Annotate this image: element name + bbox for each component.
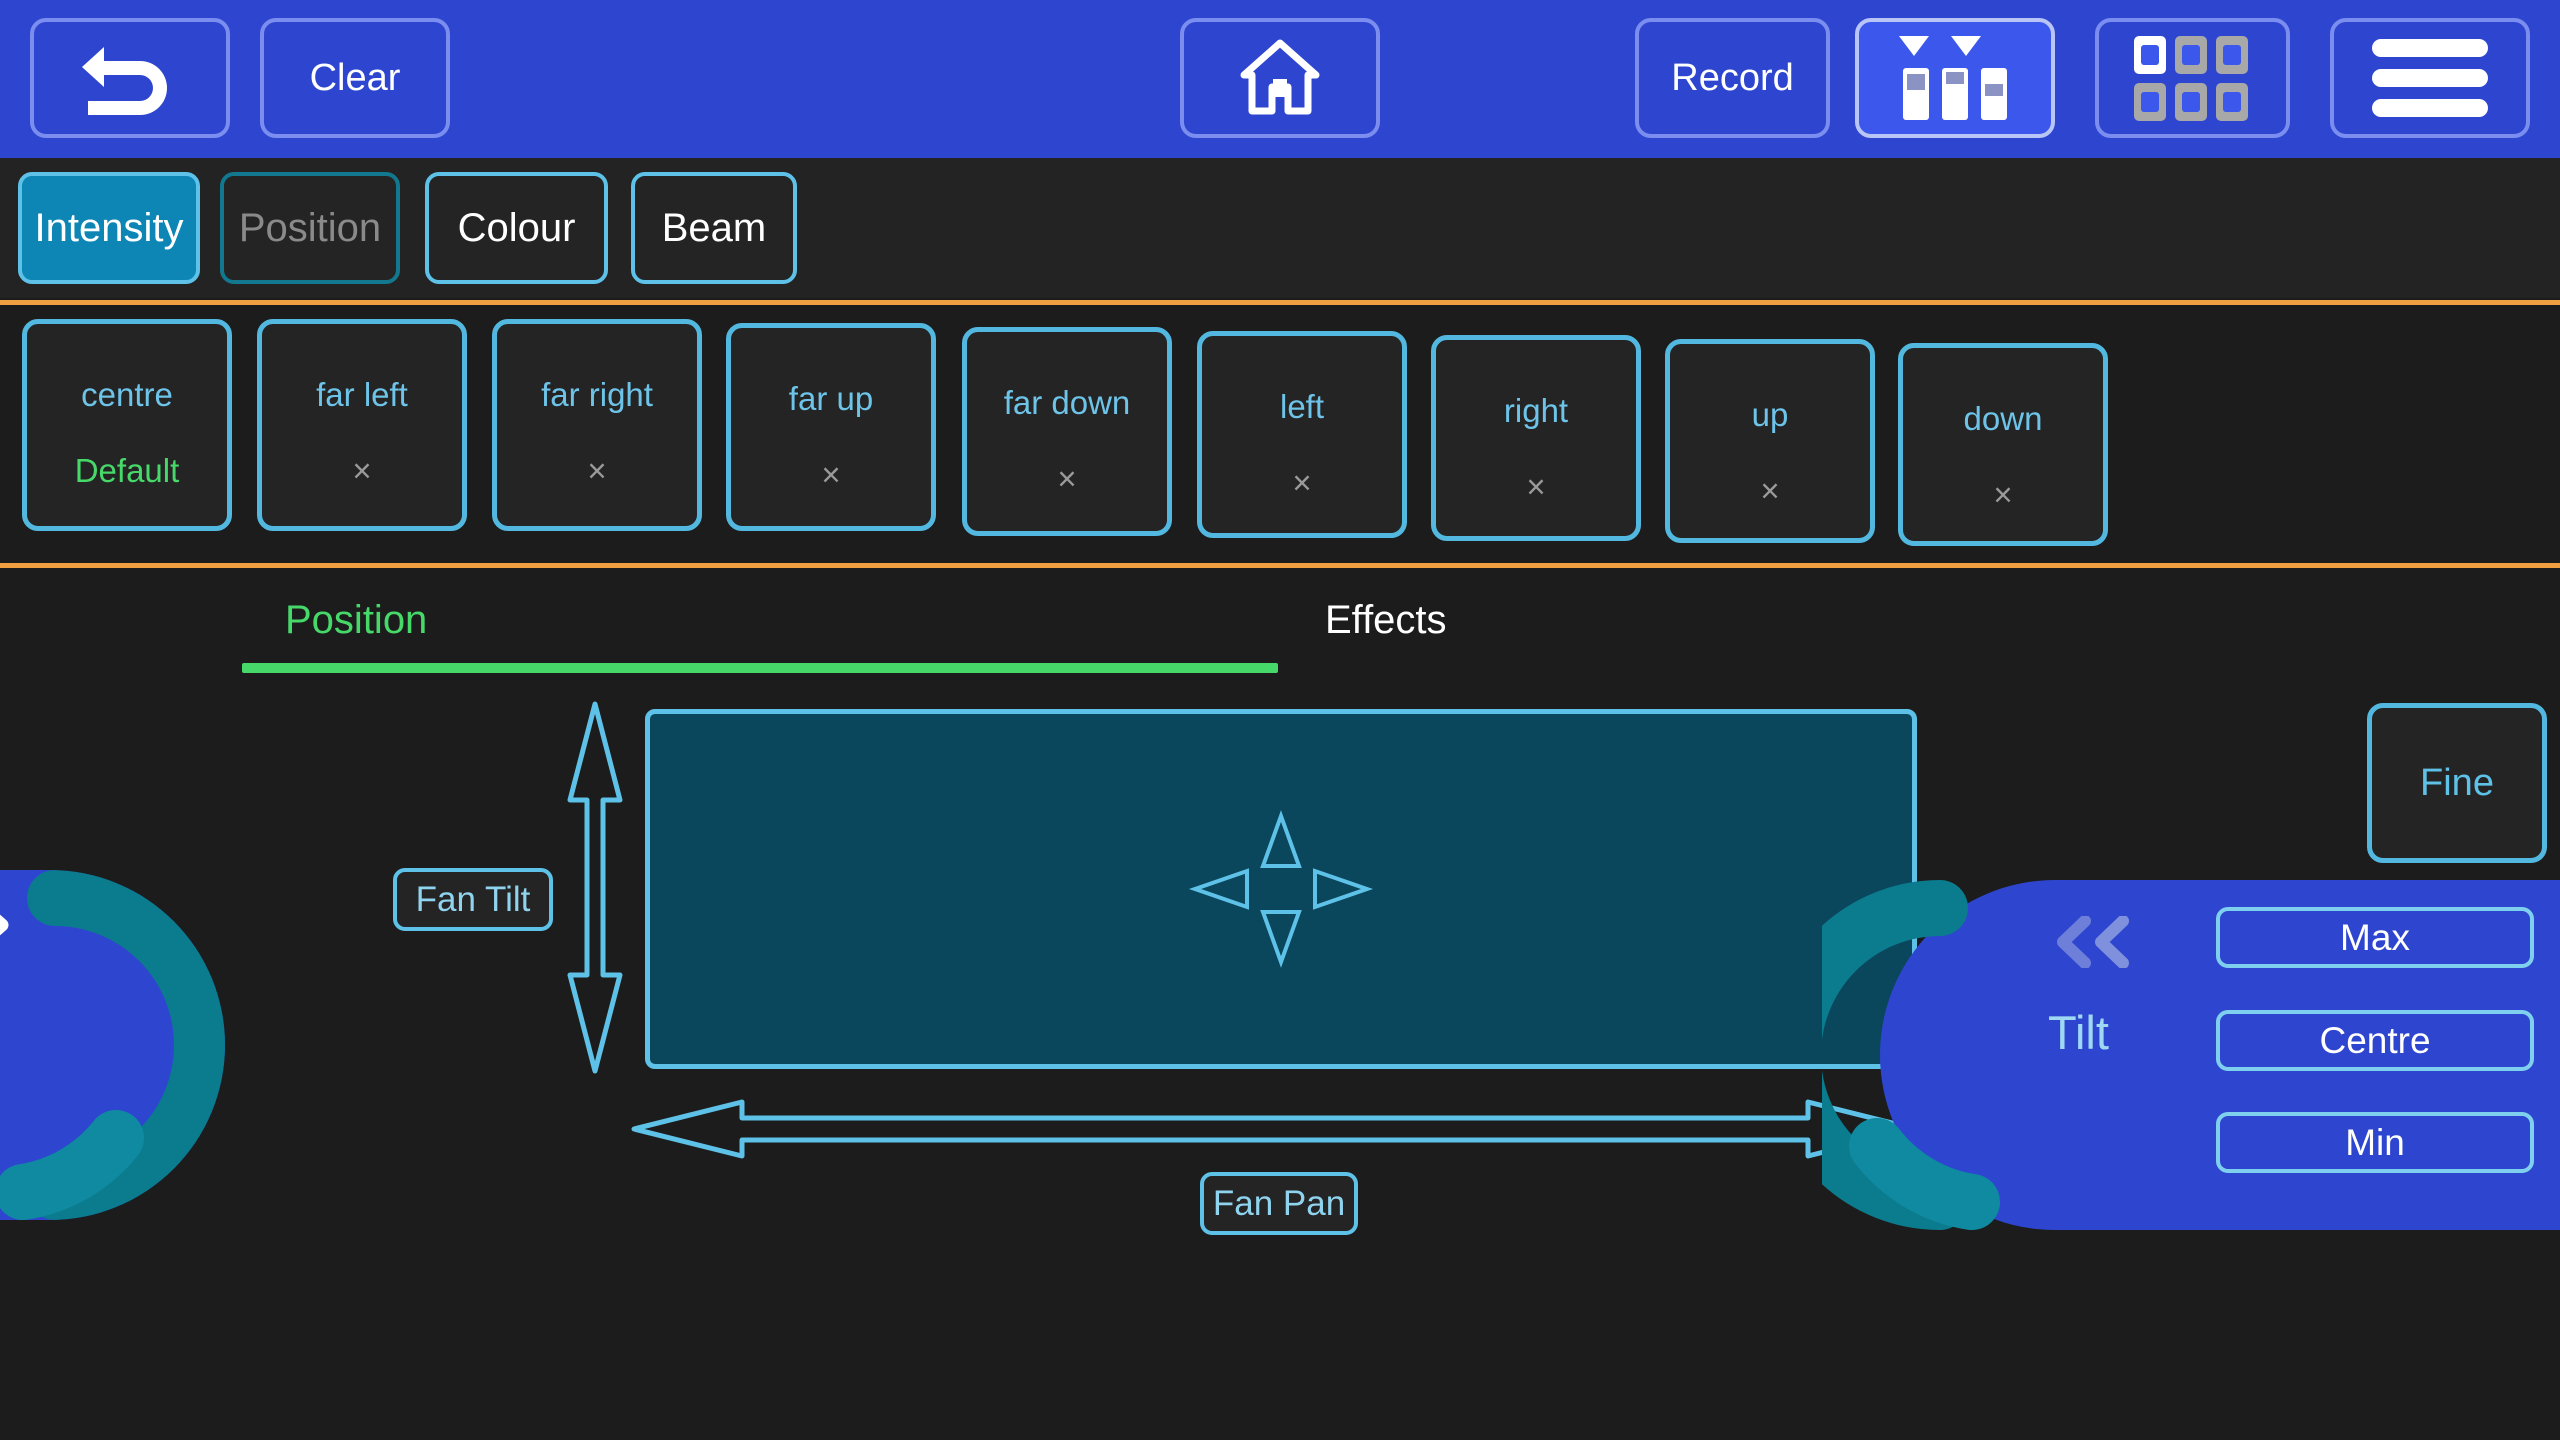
preset-name: centre [81,376,173,413]
preset-centre[interactable]: centre Default [22,319,232,531]
tilt-centre-button[interactable]: Centre [2216,1010,2534,1071]
tilt-wheel-arc [1822,880,2000,1230]
tab-beam[interactable]: Beam [631,172,797,284]
tilt-min-label: Min [2345,1121,2405,1163]
preset-name: far left [316,376,408,413]
home-icon [1240,39,1320,115]
fan-tilt-button[interactable]: Fan Tilt [393,868,553,931]
grid-view-icon [2133,36,2252,121]
pan-wheel-arc [0,870,225,1220]
fine-button[interactable]: Fine [2367,703,2547,863]
subtab-position-label: Position [285,598,428,642]
faders-view-button[interactable] [1855,18,2055,138]
preset-value: × [352,452,372,489]
divider-presets [0,563,2560,568]
record-button[interactable]: Record [1635,18,1830,138]
preset-left[interactable]: left × [1197,331,1407,538]
tab-intensity[interactable]: Intensity [18,172,200,284]
undo-button[interactable] [30,18,230,138]
preset-name: down [1963,400,2043,437]
tab-colour[interactable]: Colour [425,172,608,284]
top-toolbar: Clear Record [0,0,2560,158]
tilt-max-button[interactable]: Max [2216,907,2534,968]
preset-far-down[interactable]: far down × [962,327,1172,536]
horizontal-double-arrow-icon [631,1099,1919,1159]
fine-label: Fine [2420,761,2494,804]
tab-position-label: Position [238,205,382,250]
chevron-right-triple-icon [0,898,18,952]
preset-name: up [1751,396,1789,433]
preset-value: Default [74,452,180,489]
preset-name: far down [1003,384,1131,421]
preset-name: left [1279,388,1325,425]
preset-up[interactable]: up × [1665,339,1875,543]
tab-intensity-label: Intensity [34,205,184,250]
subtab-position[interactable]: Position [285,598,427,643]
lighting-console-screen: Clear Record Intensity Position Colour B… [0,0,2560,1440]
subtab-active-underline [242,663,1278,673]
preset-value: × [587,452,607,489]
preset-right[interactable]: right × [1431,335,1641,541]
preset-value: × [1760,472,1780,509]
preset-far-right[interactable]: far right × [492,319,702,531]
preset-name: far right [541,376,653,413]
preset-row: centre Default far left × far right × fa… [0,305,2560,560]
pan-tilt-crosshair-icon [1188,810,1374,968]
faders-view-icon [1895,36,2015,120]
preset-value: × [1057,460,1077,497]
tilt-wheel-label: Tilt [2048,1006,2109,1059]
preset-value: × [1993,476,2013,513]
tab-position[interactable]: Position [220,172,400,284]
grid-view-button[interactable] [2095,18,2290,138]
tab-beam-label: Beam [661,205,767,250]
position-effects-subtabs: Position Effects [0,580,2560,680]
pan-tilt-pad[interactable] [645,709,1917,1069]
preset-value: × [821,456,841,493]
fan-tilt-label: Fan Tilt [415,879,531,919]
preset-name: far up [788,380,874,417]
tilt-min-button[interactable]: Min [2216,1112,2534,1173]
tab-colour-label: Colour [457,205,576,250]
undo-arrow-icon [82,47,167,115]
fan-pan-button[interactable]: Fan Pan [1200,1172,1358,1235]
preset-value: × [1526,468,1546,505]
tilt-centre-label: Centre [2319,1019,2431,1061]
subtab-effects[interactable]: Effects [1325,598,1447,643]
clear-label: Clear [309,56,401,99]
tilt-max-label: Max [2340,916,2410,958]
hamburger-menu-icon [2372,39,2488,117]
preset-far-up[interactable]: far up × [726,323,936,531]
preset-value: × [1292,464,1312,501]
preset-down[interactable]: down × [1898,343,2108,546]
vertical-double-arrow-icon [567,701,623,1074]
attribute-tab-row: Position Intensity Position Colour Beam [0,158,2560,414]
home-button[interactable] [1180,18,1380,138]
subtab-effects-label: Effects [1325,598,1447,642]
executor-bar: Colours Red Green Intensities MK2 Spots … [0,1258,2560,1440]
menu-button[interactable] [2330,18,2530,138]
chevron-left-triple-icon [2045,916,2153,968]
fan-pan-label: Fan Pan [1212,1183,1346,1223]
clear-button[interactable]: Clear [260,18,450,138]
record-label: Record [1671,56,1794,99]
preset-name: right [1503,392,1569,429]
pan-wheel[interactable]: Pan [0,870,225,1220]
preset-far-left[interactable]: far left × [257,319,467,531]
